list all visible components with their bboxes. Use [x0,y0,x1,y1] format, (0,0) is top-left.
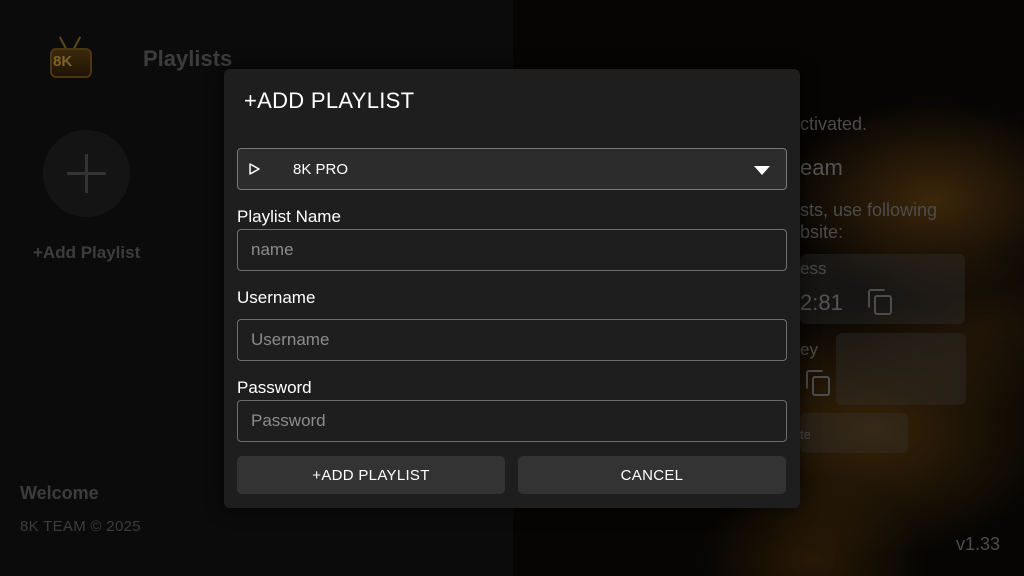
password-label: Password [237,378,312,397]
playlist-type-select[interactable]: 8K PRO [237,148,787,190]
play-outline-icon [249,163,260,175]
username-input[interactable] [237,319,787,361]
dialog-title: +ADD PLAYLIST [244,88,415,113]
playlist-type-value: 8K PRO [293,161,349,178]
username-label: Username [237,288,316,307]
add-playlist-submit-button[interactable]: +ADD PLAYLIST [237,456,505,494]
playlist-name-input[interactable] [237,229,787,271]
add-playlist-dialog: +ADD PLAYLIST 8K PRO Playlist Name Usern… [224,69,800,508]
chevron-down-icon [754,166,770,175]
playlist-name-label: Playlist Name [237,207,341,226]
password-input[interactable] [237,400,787,442]
cancel-button[interactable]: CANCEL [518,456,786,494]
